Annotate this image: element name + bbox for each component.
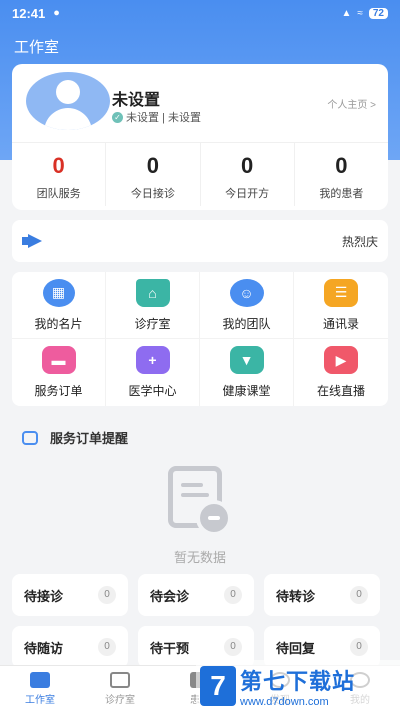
contacts-icon: ☰ [324,278,358,307]
task-label: 待会诊 [150,588,190,604]
announcement-bar[interactable]: 热烈庆 [12,220,388,262]
studio-icon [30,671,50,688]
menu-contacts[interactable]: ☰ 通讯录 [294,272,388,339]
task-label: 待回复 [276,640,316,656]
status-bar: 12:41 ● ▲ ≈ 72 [0,0,400,26]
stat-label: 今日接诊 [130,188,175,200]
empty-state-text: 暂无数据 [173,550,226,565]
menu-medical-center[interactable]: + 医学中心 [106,339,200,406]
watermark-logo: 7 [200,666,236,706]
stat-today-prescriptions[interactable]: 0 今日开方 [201,143,295,206]
menu-my-team[interactable]: ☺ 我的团队 [200,272,294,339]
medical-center-icon: + [135,346,170,374]
battery-icon: 72 [368,7,388,19]
stat-value: 0 [52,153,65,178]
status-icons: ▲ ≈ 72 [341,7,388,19]
page-title: 工作室 [14,39,60,56]
section-title: 服务订单提醒 [50,431,129,446]
task-pending-followup[interactable]: 待随访 0 [12,626,128,668]
notification-icon: ● [53,7,60,19]
signal-icon: ▲ [341,7,352,19]
tab-studio[interactable]: 工作室 [0,666,80,711]
avatar[interactable] [26,72,110,130]
bell-icon [22,430,38,445]
feature-grid: ▦ 我的名片 ⌂ 诊疗室 ☺ 我的团队 ☰ 通讯录 ▬ 服务订单 + 医学中心 … [12,272,388,406]
menu-label: 服务订单 [34,384,83,398]
stat-value: 0 [146,153,159,178]
stat-team-service[interactable]: 0 团队服务 [12,143,107,206]
task-count: 0 [224,586,242,604]
watermark-url: www.d7down.com [240,695,329,708]
task-pending-referral[interactable]: 待转诊 0 [264,574,380,616]
task-count: 0 [350,586,368,604]
menu-service-orders[interactable]: ▬ 服务订单 [12,339,106,406]
stat-value: 0 [241,153,254,178]
task-label: 待接诊 [24,588,64,604]
stat-value: 0 [335,153,348,178]
task-label: 待干预 [150,640,190,656]
profile-home-link[interactable]: 个人主页 > [327,96,376,111]
watermark-title: 第七下载站 [240,668,356,694]
classroom-icon: ▼ [229,346,264,374]
order-icon: ▬ [41,346,76,374]
stat-label: 我的患者 [319,188,364,200]
wifi-icon: ≈ [357,7,363,19]
verified-icon: ✓ [112,111,123,123]
menu-label: 我的名片 [34,316,83,331]
menu-my-card[interactable]: ▦ 我的名片 [12,272,106,339]
profile-name: 未设置 [112,92,161,109]
task-label: 待转诊 [276,588,316,604]
card-icon: ▦ [42,278,75,307]
menu-live-stream[interactable]: ▶ 在线直播 [294,339,388,406]
stat-today-visits[interactable]: 0 今日接诊 [106,143,201,206]
stat-label: 今日开方 [225,188,270,200]
stat-label: 团队服务 [36,188,81,200]
tab-label: 工作室 [25,694,55,706]
status-time: 12:41 [12,5,46,21]
tab-clinic[interactable]: 诊疗室 [80,666,160,711]
minus-circle-icon [196,500,232,536]
menu-health-class[interactable]: ▼ 健康课堂 [200,339,294,406]
task-count: 0 [98,586,116,604]
doc-line [181,493,209,497]
megaphone-icon [22,234,44,248]
section-header: 服务订单提醒 [22,428,128,447]
menu-label: 健康课堂 [222,384,271,398]
tab-label: 诊疗室 [105,694,135,706]
profile-card: 未设置 ✓ 未设置 | 未设置 个人主页 > 0 团队服务 0 今日接诊 0 今… [12,64,388,210]
profile-subtitle-row: ✓ 未设置 | 未设置 [112,109,201,125]
stat-my-patients[interactable]: 0 我的患者 [295,143,388,206]
task-pending-visit[interactable]: 待接诊 0 [12,574,128,616]
team-icon: ☺ [229,278,264,307]
announcement-text: 热烈庆 [341,234,378,249]
menu-label: 我的团队 [222,316,271,331]
menu-clinic[interactable]: ⌂ 诊疗室 [106,272,200,339]
avatar-body-shape [44,108,92,130]
menu-label: 在线直播 [316,384,365,398]
task-count: 0 [350,638,368,656]
watermark: 7 第七下载站 www.d7down.com [196,660,400,711]
doc-line [181,483,203,487]
menu-label: 诊疗室 [134,316,171,331]
task-count: 0 [98,638,116,656]
profile-subtitle: 未设置 | 未设置 [126,112,201,124]
clinic-icon: ⌂ [135,278,170,307]
menu-label: 通讯录 [322,316,359,331]
live-icon: ▶ [324,346,358,374]
task-count: 0 [224,638,242,656]
clinic-icon [110,671,130,688]
stats-row: 0 团队服务 0 今日接诊 0 今日开方 0 我的患者 [12,142,388,206]
avatar-head-shape [56,80,80,104]
menu-label: 医学中心 [128,384,177,398]
task-label: 待随访 [24,640,64,656]
task-pending-consult[interactable]: 待会诊 0 [138,574,254,616]
